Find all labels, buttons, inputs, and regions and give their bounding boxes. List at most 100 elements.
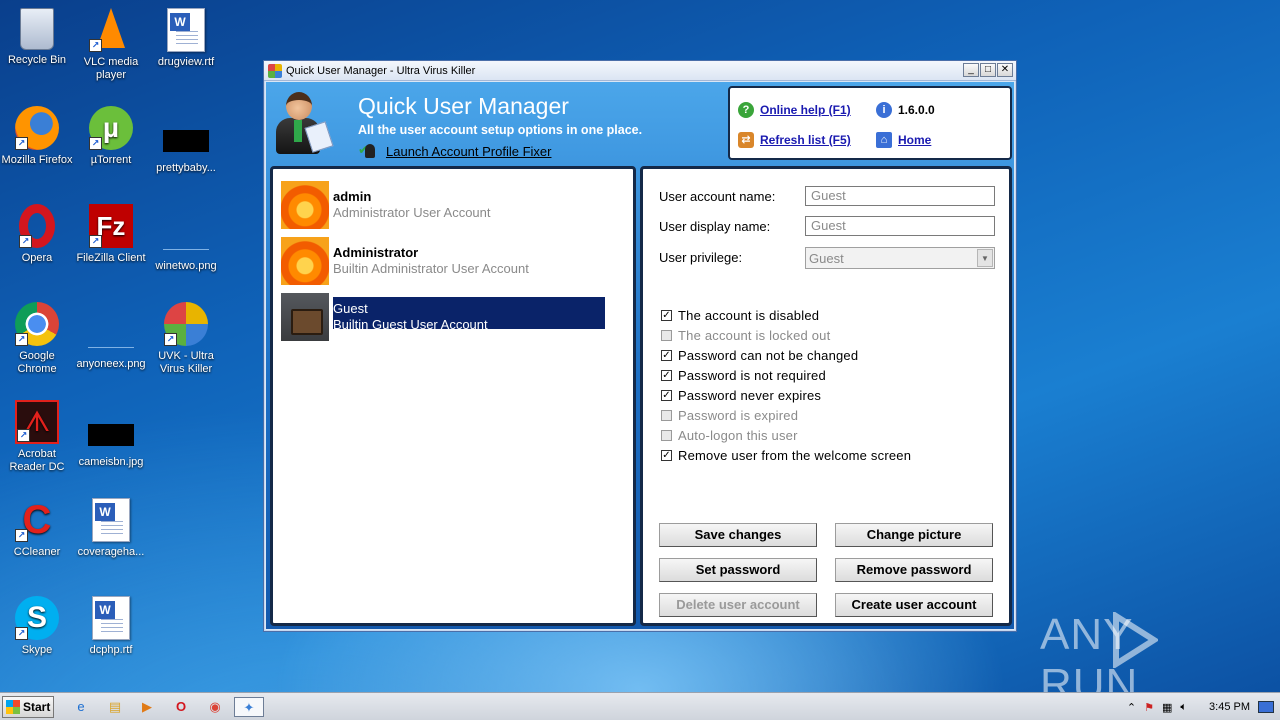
desktop-icon-ccleaner[interactable]: C ↗ CCleaner [0, 498, 74, 559]
window-title: Quick User Manager - Ultra Virus Killer [286, 64, 476, 77]
checkbox-password-cannot-change[interactable]: ✓ Password can not be changed [661, 348, 858, 363]
checkbox-icon: ✓ [661, 350, 672, 361]
help-icon: ? [738, 102, 754, 118]
volume-icon[interactable]: 🔈︎ [1180, 701, 1187, 714]
account-name-field[interactable]: Guest [805, 186, 995, 206]
desktop-icon-vlc[interactable]: ↗ VLC media player [74, 8, 148, 82]
vlc-icon: ↗ [89, 8, 133, 52]
title-bar[interactable]: Quick User Manager - Ultra Virus Killer … [264, 61, 1016, 81]
checkbox-password-expired[interactable]: Password is expired [661, 408, 798, 423]
profile-fixer-icon: ✔ [358, 140, 376, 160]
start-button[interactable]: Start [2, 696, 54, 718]
user-list-item-administrator[interactable]: Administrator Builtin Administrator User… [281, 237, 607, 287]
desktop-icon-recycle-bin[interactable]: Recycle Bin [0, 8, 74, 67]
opera-taskbar-icon[interactable]: O [170, 697, 192, 717]
checkbox-account-disabled[interactable]: ✓ The account is disabled [661, 308, 819, 323]
desktop-icon-drugview[interactable]: W drugview.rtf [149, 8, 223, 69]
info-icon: i [876, 102, 892, 118]
user-list-item-admin[interactable]: admin Administrator User Account [281, 181, 607, 231]
system-tray: ⌃ ⚑ ▦ 🔈︎ 3:45 PM [1123, 693, 1280, 720]
desktop-icon-cameisbn[interactable]: cameisbn.jpg [74, 412, 148, 469]
filezilla-icon: Fz ↗ [89, 204, 133, 248]
firefox-icon: ↗ [15, 106, 59, 150]
refresh-list-item[interactable]: ⇄ Refresh list (F5) [738, 132, 851, 148]
desktop-icon-uvk[interactable]: ↗ UVK - Ultra Virus Killer [149, 302, 223, 376]
desktop-icon-utorrent[interactable]: µ ↗ µTorrent [74, 106, 148, 167]
checkbox-icon [661, 430, 672, 441]
app-title: Quick User Manager [358, 93, 569, 119]
checkbox-auto-logon[interactable]: Auto-logon this user [661, 428, 798, 443]
skype-icon: S ↗ [15, 596, 59, 640]
privilege-label: User privilege: [659, 250, 743, 265]
maximize-button[interactable]: □ [980, 63, 996, 77]
tray-expand-icon[interactable]: ⌃ [1127, 701, 1136, 714]
checkbox-icon: ✓ [661, 310, 672, 321]
checkbox-password-not-required[interactable]: ✓ Password is not required [661, 368, 826, 383]
desktop-icon-acrobat[interactable]: ᗑ ↗ Acrobat Reader DC [0, 400, 74, 474]
account-name-label: User account name: [659, 189, 776, 204]
network-icon[interactable]: ▦ [1162, 701, 1172, 714]
play-icon [1113, 612, 1158, 668]
uvk-app-icon [268, 63, 282, 78]
user-picture [281, 181, 329, 229]
user-list-item-guest[interactable]: Guest Builtin Guest User Account [281, 293, 607, 343]
home-item[interactable]: ⌂ Home [876, 132, 931, 148]
desktop-icon-chrome[interactable]: ↗ Google Chrome [0, 302, 74, 376]
privilege-select[interactable]: Guest ▼ [805, 247, 995, 269]
explorer-icon[interactable]: ▤ [104, 697, 126, 717]
desktop-icon-firefox[interactable]: ↗ Mozilla Firefox [0, 106, 74, 167]
uvk-taskbar-icon[interactable]: ✦ [234, 697, 264, 717]
version-item: i 1.6.0.0 [876, 102, 935, 118]
launch-profile-fixer-link[interactable]: Launch Account Profile Fixer [386, 144, 551, 159]
change-picture-button[interactable]: Change picture [835, 523, 993, 547]
chevron-down-icon: ▼ [977, 249, 993, 267]
desktop-icon-coverageha[interactable]: W coverageha... [74, 498, 148, 559]
desktop-icon-filezilla[interactable]: Fz ↗ FileZilla Client [74, 204, 148, 265]
user-list: admin Administrator User Account Adminis… [270, 166, 636, 626]
display-name-label: User display name: [659, 219, 771, 234]
desktop-icon-anyoneex[interactable]: anyoneex.png [74, 314, 148, 371]
user-picture [281, 293, 329, 341]
checkbox-icon: ✓ [661, 450, 672, 461]
user-picture [281, 237, 329, 285]
recycle-bin-icon [20, 8, 54, 50]
checkbox-icon [661, 330, 672, 341]
version-label: 1.6.0.0 [898, 103, 935, 117]
uvk-icon: ↗ [164, 302, 208, 346]
action-center-icon[interactable]: ⚑ [1144, 701, 1154, 714]
delete-account-button[interactable]: Delete user account [659, 593, 817, 617]
info-box: ? Online help (F1) i 1.6.0.0 ⇄ Refresh l… [728, 86, 1012, 160]
create-account-button[interactable]: Create user account [835, 593, 993, 617]
set-password-button[interactable]: Set password [659, 558, 817, 582]
word-document-icon: W [92, 596, 130, 640]
desktop-icon-prettybaby[interactable]: prettybaby... [149, 118, 223, 175]
user-details-panel: User account name: Guest User display na… [640, 166, 1012, 626]
media-player-icon[interactable]: ▶ [136, 697, 158, 717]
checkbox-password-never-expires[interactable]: ✓ Password never expires [661, 388, 821, 403]
home-link[interactable]: Home [898, 133, 931, 147]
desktop-icon-opera[interactable]: ↗ Opera [0, 204, 74, 265]
online-help-link[interactable]: Online help (F1) [760, 103, 851, 117]
clock[interactable]: 3:45 PM [1209, 701, 1250, 713]
save-changes-button[interactable]: Save changes [659, 523, 817, 547]
refresh-list-link[interactable]: Refresh list (F5) [760, 133, 851, 147]
taskbar: Start e ▤ ▶ O ◉ ✦ ⌃ ⚑ ▦ 🔈︎ 3:45 PM [0, 692, 1280, 720]
ie-icon[interactable]: e [70, 697, 92, 717]
desktop-icon-winetwo[interactable]: winetwo.png [149, 216, 223, 273]
utorrent-icon: µ ↗ [89, 106, 133, 150]
remove-password-button[interactable]: Remove password [835, 558, 993, 582]
checkbox-account-locked[interactable]: The account is locked out [661, 328, 830, 343]
minimize-button[interactable]: _ [963, 63, 979, 77]
chrome-icon: ↗ [15, 302, 59, 346]
chrome-taskbar-icon[interactable]: ◉ [204, 697, 226, 717]
image-file-icon [163, 228, 209, 250]
desktop-icon-skype[interactable]: S ↗ Skype [0, 596, 74, 657]
home-icon: ⌂ [876, 132, 892, 148]
checkbox-remove-welcome[interactable]: ✓ Remove user from the welcome screen [661, 448, 911, 463]
checkbox-icon: ✓ [661, 370, 672, 381]
online-help-item[interactable]: ? Online help (F1) [738, 102, 851, 118]
desktop-icon-dcphp[interactable]: W dcphp.rtf [74, 596, 148, 657]
display-name-field[interactable]: Guest [805, 216, 995, 236]
show-desktop-icon[interactable] [1258, 701, 1274, 713]
close-button[interactable]: ✕ [997, 63, 1013, 77]
